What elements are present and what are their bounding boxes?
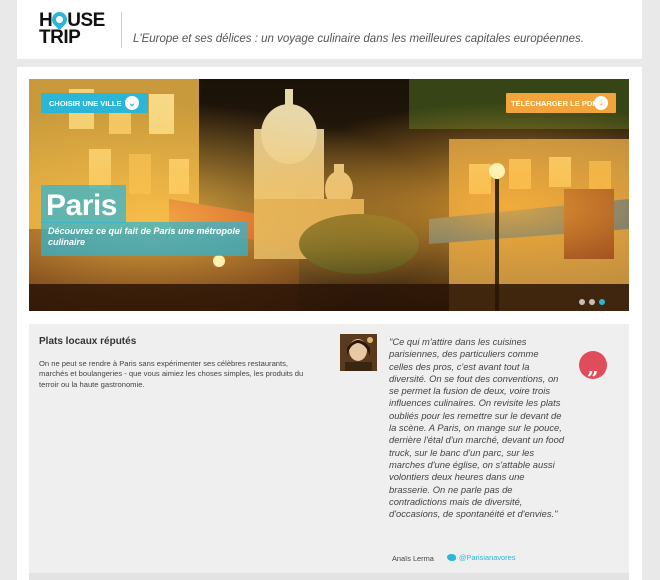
quote-icon: „ (579, 351, 607, 379)
author-name: Anaïs Lerma (392, 554, 434, 563)
twitter-icon (447, 554, 456, 561)
choose-city-label: CHOISIR UNE VILLE (49, 99, 122, 108)
city-name: Paris (46, 189, 117, 222)
twitter-handle: @Parisianavores (459, 553, 516, 562)
slider-dot[interactable] (579, 299, 585, 305)
author-quote: "Ce qui m'attire dans les cuisines paris… (389, 336, 565, 520)
slider-dot-active[interactable] (599, 299, 605, 305)
city-subtitle: Découvrez ce qui fait de Paris une métro… (41, 222, 248, 256)
header: H USE TRIP L'Europe et ses délices : un v… (17, 0, 642, 59)
slider-dots (579, 292, 609, 310)
section-title: Plats locaux réputés (39, 336, 137, 347)
dishes-section: Plats locaux réputés On ne peut se rendr… (29, 324, 629, 580)
section-bottom-border (29, 573, 629, 580)
housetrip-logo[interactable]: H USE TRIP (39, 8, 105, 48)
section-text: On ne peut se rendre à Paris sans expéri… (39, 359, 304, 389)
tagline: L'Europe et ses délices : un voyage culi… (133, 33, 584, 45)
download-pdf-label: TÉLÉCHARGER LE PDF (511, 99, 597, 108)
chevron-down-icon: ⌄ (125, 96, 139, 110)
download-pdf-button[interactable]: TÉLÉCHARGER LE PDF ↓ (506, 93, 616, 113)
author-avatar (340, 334, 377, 371)
hero-banner: CHOISIR UNE VILLE ⌄ TÉLÉCHARGER LE PDF ↓… (29, 79, 629, 311)
main-panel: CHOISIR UNE VILLE ⌄ TÉLÉCHARGER LE PDF ↓… (17, 67, 642, 580)
header-divider (121, 12, 122, 48)
logo-text-trip: TRIP (39, 27, 81, 48)
slider-dot[interactable] (589, 299, 595, 305)
download-icon: ↓ (594, 96, 608, 110)
choose-city-button[interactable]: CHOISIR UNE VILLE ⌄ (41, 93, 148, 113)
twitter-link[interactable]: @Parisianavores (447, 553, 515, 562)
